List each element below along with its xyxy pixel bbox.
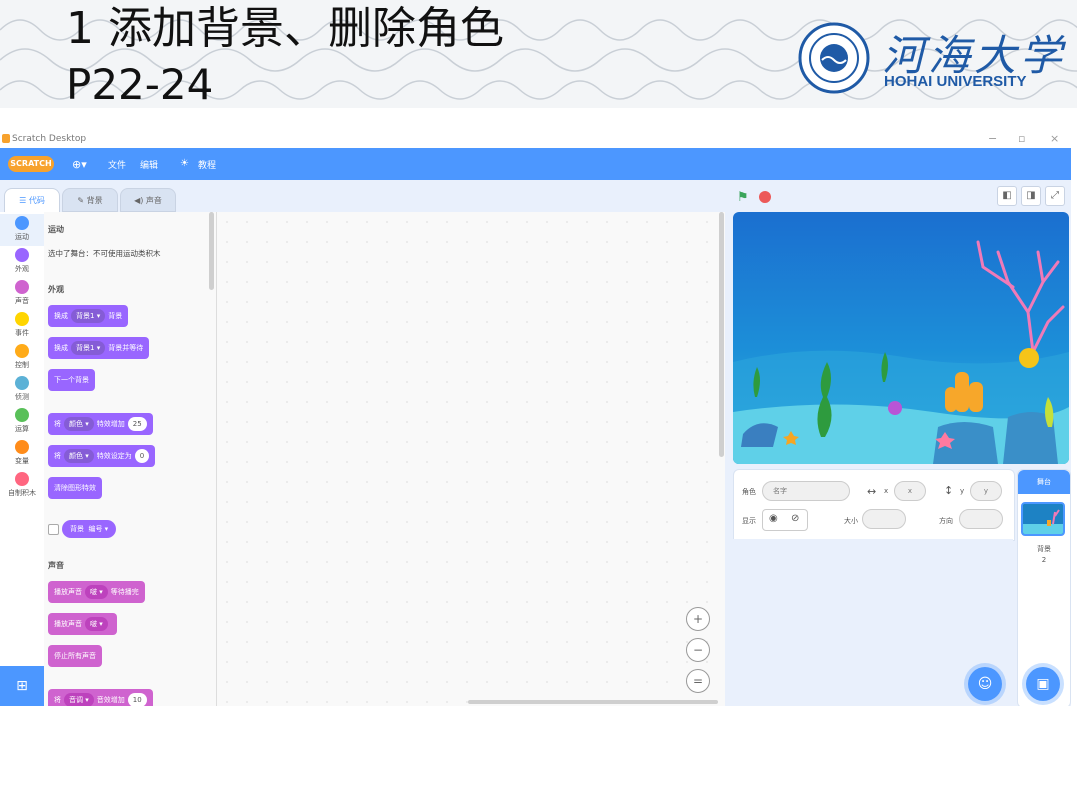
green-flag-icon[interactable]: ⚑ — [737, 190, 749, 205]
choose-backdrop-button[interactable]: ▣ — [1026, 667, 1060, 701]
category-looks[interactable]: 外观 — [0, 248, 44, 274]
size-field[interactable] — [862, 509, 906, 529]
motion-dot — [15, 216, 29, 230]
stage-selector-header: 舞台 — [1018, 470, 1070, 494]
stage-header: ⚑ ◧ ◨ ⤢ — [727, 180, 1071, 212]
sprite-name-field[interactable]: 名字 — [762, 481, 850, 501]
stage-thumbnail[interactable] — [1021, 502, 1065, 536]
tab-code[interactable]: ☰ 代码 — [4, 188, 60, 212]
add-extension-button[interactable]: ⊞ — [0, 666, 44, 706]
category-variables[interactable]: 变量 — [0, 440, 44, 466]
window-title: Scratch Desktop — [12, 134, 87, 144]
stage-canvas[interactable] — [733, 212, 1069, 464]
block-switch-backdrop[interactable]: 换成 背景1 ▾ 背景 — [48, 305, 129, 327]
zoom-out-button[interactable]: − — [686, 638, 710, 662]
category-control[interactable]: 控制 — [0, 344, 44, 370]
tab-backdrops[interactable]: ✎ 背景 — [62, 188, 118, 212]
x-arrows-icon: ↔ — [867, 485, 877, 498]
code-workspace[interactable] — [217, 212, 725, 706]
scratch-app-icon — [2, 134, 10, 143]
show-label: 显示 — [742, 517, 756, 525]
menu-file[interactable]: 文件 — [108, 158, 126, 171]
zoom-in-button[interactable]: + — [686, 607, 710, 631]
category-motion[interactable]: 运动 — [0, 214, 44, 246]
direction-label: 方向 — [939, 517, 953, 525]
block-change-pitch[interactable]: 将音调 ▾ 音效增加 10 — [48, 689, 153, 706]
block-stop-all-sounds[interactable]: 停止所有声音 — [48, 645, 102, 667]
scratch-logo[interactable]: SCRATCH — [8, 156, 54, 172]
speaker-icon: ◀) — [134, 196, 146, 205]
block-switch-backdrop-wait[interactable]: 换成 背景1 ▾ 背景并等待 — [48, 337, 150, 359]
university-seal-icon — [798, 22, 870, 94]
backdrops-label: 背景 — [1037, 545, 1051, 553]
slide-subtitle: P22-24 — [66, 60, 214, 108]
scratch-app-window: Scratch Desktop − ▫ × SCRATCH ⊕▾ 文件 编辑 ☀… — [0, 131, 1071, 706]
category-sound[interactable]: 声音 — [0, 280, 44, 306]
block-next-backdrop[interactable]: 下一个背景 — [48, 369, 95, 391]
eye-off-icon[interactable]: ⊘ — [791, 513, 799, 524]
small-stage-button[interactable]: ◧ — [997, 186, 1017, 206]
y-field[interactable]: y — [970, 481, 1002, 501]
category-sensing[interactable]: 侦测 — [0, 376, 44, 402]
menu-edit[interactable]: 编辑 — [140, 158, 158, 171]
globe-icon[interactable]: ⊕▾ — [72, 158, 87, 171]
zoom-reset-button[interactable]: = — [686, 669, 710, 693]
slide-header: 1 添加背景、删除角色 P22-24 河海大学 HOHAI UNIVERSITY — [0, 0, 1077, 108]
brush-icon: ✎ — [77, 196, 87, 205]
reporter-checkbox[interactable] — [48, 524, 59, 535]
block-palette: 运动 选中了舞台：不可使用运动类积木 外观 换成 背景1 ▾ 背景 换成 背景1 ▾ 背… — [44, 212, 217, 706]
close-button[interactable]: × — [1050, 132, 1059, 145]
workspace-vertical-scrollbar[interactable] — [719, 212, 724, 457]
tab-sounds[interactable]: ◀) 声音 — [120, 188, 176, 212]
motion-note: 选中了舞台：不可使用运动类积木 — [48, 249, 161, 258]
x-field[interactable]: x — [894, 481, 926, 501]
y-label: y — [960, 487, 965, 495]
eye-icon[interactable]: ◉ — [769, 513, 778, 524]
minimize-button[interactable]: − — [988, 132, 997, 145]
window-titlebar: Scratch Desktop − ▫ × — [0, 131, 1071, 148]
editor-tabs: ☰ 代码 ✎ 背景 ◀) 声音 — [0, 180, 725, 212]
looks-heading: 外观 — [48, 285, 64, 294]
backdrops-count: 2 — [1041, 556, 1047, 564]
code-icon: ☰ — [19, 196, 29, 205]
maximize-button[interactable]: ▫ — [1018, 132, 1025, 145]
block-change-effect[interactable]: 将颜色 ▾ 特效增加 25 — [48, 413, 153, 435]
block-backdrop-number[interactable]: 背景 编号 ▾ — [62, 520, 117, 538]
block-set-effect[interactable]: 将颜色 ▾ 特效设定为 0 — [48, 445, 156, 467]
menu-tutorials[interactable]: 教程 — [198, 158, 216, 171]
block-clear-effects[interactable]: 清除图形特效 — [48, 477, 102, 499]
block-play-sound-until-done[interactable]: 播放声音啵 ▾ 等待播完 — [48, 581, 145, 603]
fullscreen-button[interactable]: ⤢ — [1045, 186, 1065, 206]
category-menu: 运动 外观 声音 事件 控制 侦测 运算 变量 自制积木 — [0, 212, 45, 706]
sound-heading: 声音 — [48, 561, 64, 570]
slide-title: 1 添加背景、删除角色 — [66, 3, 504, 54]
category-events[interactable]: 事件 — [0, 312, 44, 338]
sprite-label: 角色 — [742, 488, 756, 496]
large-stage-button[interactable]: ◨ — [1021, 186, 1041, 206]
workspace-horizontal-scrollbar[interactable] — [468, 700, 718, 704]
stop-icon[interactable] — [759, 191, 771, 203]
size-label: 大小 — [844, 517, 858, 525]
palette-scrollbar[interactable] — [209, 212, 214, 290]
choose-sprite-button[interactable]: ☺ — [968, 667, 1002, 701]
motion-heading: 运动 — [48, 225, 64, 234]
category-operators[interactable]: 运算 — [0, 408, 44, 434]
y-arrows-icon: ↕ — [944, 484, 954, 497]
visibility-toggle: ◉ ⊘ — [762, 509, 808, 531]
university-name-en: HOHAI UNIVERSITY — [884, 73, 1027, 90]
block-start-sound[interactable]: 播放声音啵 ▾ — [48, 613, 117, 635]
lightbulb-icon: ☀ — [180, 158, 189, 169]
menu-bar: SCRATCH ⊕▾ 文件 编辑 ☀ 教程 — [0, 148, 1071, 180]
category-my-blocks[interactable]: 自制积木 — [0, 472, 44, 498]
direction-field[interactable] — [959, 509, 1003, 529]
x-label: x — [884, 487, 889, 495]
sprite-info-panel: 角色 名字 ↔ x x ↕ y y 显示 ◉ ⊘ 大小 方向 — [733, 469, 1015, 541]
